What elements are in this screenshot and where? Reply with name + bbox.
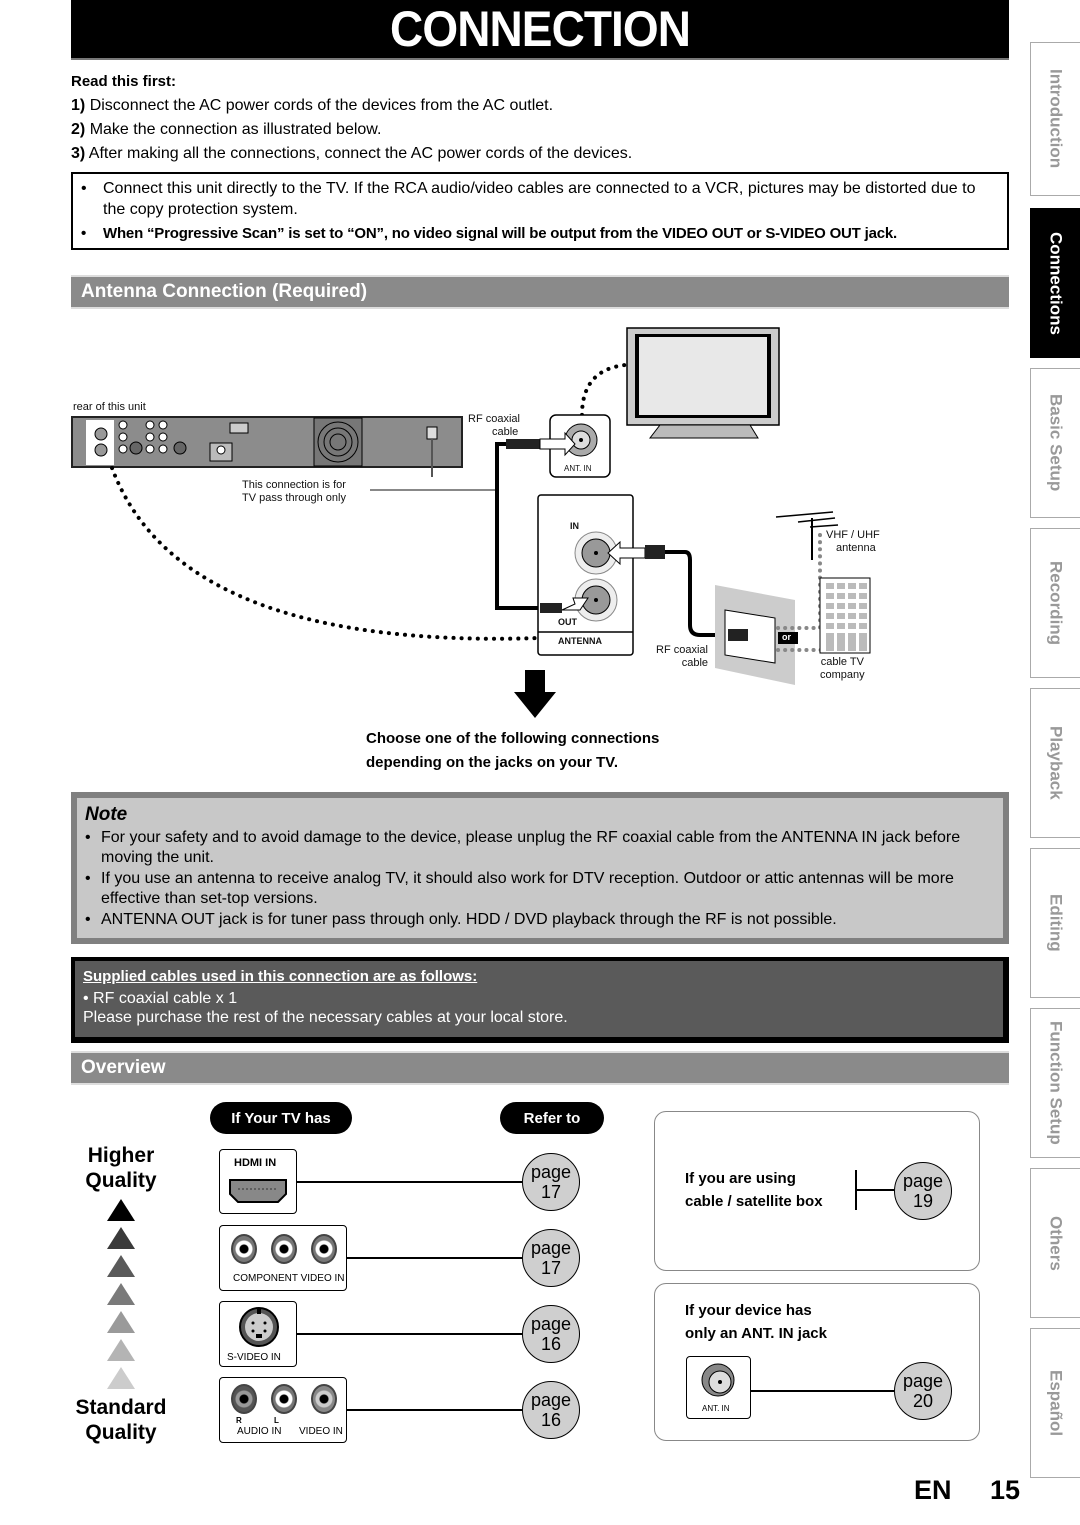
connector-line	[297, 1333, 522, 1335]
page-title-bar: CONNECTION	[71, 0, 1009, 60]
s-video-in-jack: S-VIDEO IN	[219, 1301, 297, 1367]
tab-basic-setup[interactable]: Basic Setup	[1030, 368, 1080, 518]
quality-triangle-icon	[107, 1311, 135, 1333]
connector-line	[856, 1189, 894, 1191]
warning-box: • Connect this unit directly to the TV. I…	[71, 172, 1009, 250]
note-item: • If you use an antenna to receive analog…	[85, 870, 954, 907]
tab-espanol[interactable]: Español	[1030, 1328, 1080, 1478]
quality-triangle-icon	[107, 1339, 135, 1361]
connector-line	[751, 1390, 894, 1392]
tv-illustration	[626, 327, 780, 439]
supplied-note: Please purchase the rest of the necessar…	[83, 1009, 568, 1026]
rear-unit-illustration	[71, 416, 463, 477]
ant-in-only-text: If your device has only an ANT. IN jack	[685, 1302, 827, 1342]
label-out: OUT	[558, 617, 577, 627]
step-2: 2) Make the connection as illustrated be…	[71, 121, 382, 138]
column-header-refer-to: Refer to	[500, 1102, 604, 1134]
step-1: 1) Disconnect the AC power cords of the …	[71, 97, 554, 114]
component-video-in-jack: COMPONENT VIDEO IN	[219, 1225, 347, 1291]
supplied-item: • RF coaxial cable x 1	[83, 990, 238, 1007]
cable-satellite-text: If you are using cable / satellite box	[685, 1170, 823, 1210]
quality-triangle-icon	[107, 1227, 135, 1249]
page-ref-cable-satellite[interactable]: page 19	[894, 1162, 952, 1220]
label-rf-cable-top: RF coaxial	[468, 413, 520, 425]
quality-triangle-icon	[107, 1199, 135, 1221]
page-ref-hdmi[interactable]: page 17	[522, 1153, 580, 1211]
s-video-port-icon	[239, 1307, 279, 1347]
tab-connections[interactable]: Connections	[1030, 208, 1080, 358]
label-rear-unit: rear of this unit	[73, 401, 146, 413]
read-first-section: Read this first: 1) Disconnect the AC po…	[71, 70, 1011, 166]
page-ref-s-video[interactable]: page 16	[522, 1305, 580, 1363]
supplied-heading: Supplied cables used in this connection …	[83, 968, 478, 985]
page-ref-audio-video[interactable]: page 16	[522, 1381, 580, 1439]
tab-editing[interactable]: Editing	[1030, 848, 1080, 998]
label-ant-in: ANT. IN	[564, 464, 592, 473]
page-number: 15	[990, 1475, 1021, 1505]
overview-heading: Overview	[71, 1051, 1009, 1085]
higher-quality-label: Higher Quality	[85, 1144, 157, 1192]
read-first-heading: Read this first:	[71, 73, 177, 90]
audio-video-in-jack: R L AUDIO IN VIDEO IN	[219, 1377, 347, 1443]
antenna-section-heading: Antenna Connection (Required)	[71, 275, 1009, 309]
label-antenna: ANTENNA	[558, 636, 602, 646]
warning-item: • When “Progressive Scan” is set to “ON”,…	[81, 225, 897, 242]
label-rf-cable-bottom: RF coaxial cable	[656, 644, 708, 669]
standard-quality-label: Standard Quality	[75, 1396, 167, 1444]
diagram-drawing	[71, 327, 871, 718]
tab-playback[interactable]: Playback	[1030, 688, 1080, 838]
label-vhf-uhf: VHF / UHF antenna	[826, 529, 880, 554]
tab-introduction[interactable]: Introduction	[1030, 42, 1080, 196]
note-box: Note • For your safety and to avoid damag…	[71, 792, 1009, 944]
down-arrow-icon	[514, 670, 556, 718]
antenna-connection-diagram: rear of this unit RF coaxial cable ANT. …	[60, 320, 940, 720]
language-code: EN	[914, 1475, 952, 1505]
quality-triangle-icon	[107, 1367, 135, 1389]
supplied-cables-box: Supplied cables used in this connection …	[71, 957, 1009, 1043]
quality-triangle-icon	[107, 1283, 135, 1305]
tab-others[interactable]: Others	[1030, 1168, 1080, 1318]
tab-recording[interactable]: Recording	[1030, 528, 1080, 678]
connector-line	[347, 1257, 522, 1259]
column-header-tv-has: If Your TV has	[210, 1102, 352, 1134]
page-ref-ant-in[interactable]: page 20	[894, 1362, 952, 1420]
note-title: Note	[85, 804, 128, 825]
ant-in-jack: ANT. IN	[686, 1356, 751, 1419]
choose-instruction: Choose one of the following connections …	[366, 730, 660, 771]
page-title: CONNECTION	[389, 1, 691, 57]
label-in: IN	[570, 521, 579, 531]
note-item: • For your safety and to avoid damage to …	[85, 829, 961, 866]
coaxial-port-icon	[701, 1363, 735, 1397]
connector-line	[347, 1409, 522, 1411]
hdmi-port-icon	[229, 1179, 287, 1203]
page-ref-component[interactable]: page 17	[522, 1229, 580, 1287]
step-3: 3) After making all the connections, con…	[71, 145, 633, 162]
label-or: or	[782, 632, 791, 642]
label-cable-tv: cable TV company	[820, 656, 865, 681]
connector-line	[297, 1181, 522, 1183]
tab-function-setup[interactable]: Function Setup	[1030, 1008, 1080, 1158]
note-item: • ANTENNA OUT jack is for tuner pass thro…	[85, 911, 837, 928]
quality-triangle-icon	[107, 1255, 135, 1277]
label-pass-through: This connection is for TV pass through on…	[242, 479, 346, 504]
hdmi-in-jack: HDMI IN	[219, 1149, 297, 1214]
warning-item: • Connect this unit directly to the TV. I…	[81, 180, 976, 218]
